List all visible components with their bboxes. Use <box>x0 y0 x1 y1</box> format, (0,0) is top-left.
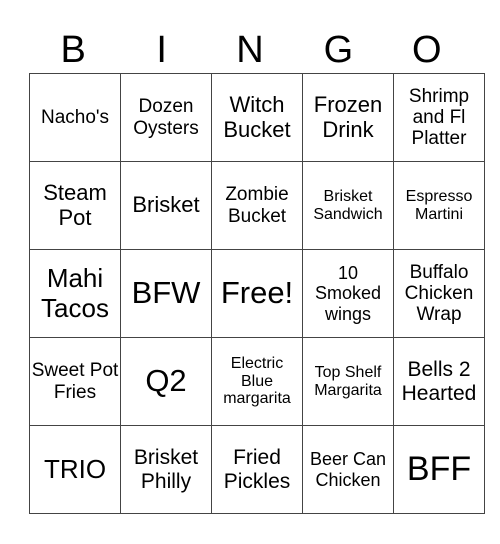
bingo-cell-label: Zombie Bucket <box>225 184 289 227</box>
bingo-cell-label: Beer Can Chicken <box>309 449 387 490</box>
bingo-cell[interactable]: BFW <box>120 249 212 338</box>
bingo-cell[interactable]: Brisket <box>120 161 212 250</box>
bingo-cell-label: Witch Bucket <box>223 91 291 142</box>
bingo-cell-label: 10 Smoked wings <box>314 263 382 324</box>
bingo-cell-label: TRIO <box>43 453 107 484</box>
bingo-cell[interactable]: Brisket Philly <box>120 425 212 514</box>
bingo-cell-label: Q2 <box>145 363 187 399</box>
bingo-card: Nacho's Dozen Oysters Witch Bucket Frozen D… <box>29 73 485 514</box>
bingo-cell-label: Electric Blue margarita <box>223 354 291 408</box>
bingo-cell[interactable]: Nacho's <box>29 73 121 162</box>
bingo-cell[interactable]: Electric Blue margarita <box>211 337 303 426</box>
bingo-cell[interactable]: Sweet Pot Fries <box>29 337 121 426</box>
bingo-cell-label: Frozen Drink <box>313 91 383 142</box>
bingo-cell-label: Espresso Martini <box>405 187 473 223</box>
bingo-cell-label: Shrimp and Fl Platter <box>408 85 470 150</box>
bingo-cell[interactable]: Brisket Sandwich <box>302 161 394 250</box>
bingo-cell-label: Sweet Pot Fries <box>31 360 119 403</box>
header-letter-n: N <box>236 29 264 71</box>
bingo-cell-label: Mahi Tacos <box>41 263 109 323</box>
bingo-cell[interactable]: Dozen Oysters <box>120 73 212 162</box>
bingo-header: B I N G O <box>29 28 471 72</box>
bingo-cell-label: BFW <box>131 275 201 311</box>
bingo-cell-label: Buffalo Chicken Wrap <box>404 261 474 326</box>
header-letter-o: O <box>412 29 442 71</box>
bingo-cell-label: Brisket Sandwich <box>313 187 383 223</box>
bingo-cell[interactable]: Q2 <box>120 337 212 426</box>
bingo-cell[interactable]: Frozen Drink <box>302 73 394 162</box>
bingo-cell[interactable]: Shrimp and Fl Platter <box>393 73 485 162</box>
bingo-row: Mahi Tacos BFW Free! 10 Smoked wings Buffalo… <box>29 249 485 338</box>
header-letter-g: G <box>323 29 354 71</box>
bingo-row: Sweet Pot Fries Q2 Electric Blue margarita… <box>29 337 485 426</box>
bingo-row: TRIO Brisket Philly Fried Pickles Beer Can … <box>29 425 485 514</box>
bingo-cell[interactable]: BFF <box>393 425 485 514</box>
bingo-cell[interactable]: Steam Pot <box>29 161 121 250</box>
bingo-cell[interactable]: Espresso Martini <box>393 161 485 250</box>
bingo-row: Steam Pot Brisket Zombie Bucket Brisket San… <box>29 161 485 250</box>
bingo-cell-label: Free! <box>220 275 294 311</box>
bingo-cell[interactable]: TRIO <box>29 425 121 514</box>
bingo-cell-label: Fried Pickles <box>223 445 291 493</box>
bingo-cell[interactable]: Top Shelf Margarita <box>302 337 394 426</box>
bingo-cell[interactable]: 10 Smoked wings <box>302 249 394 338</box>
header-letter-i: I <box>156 29 167 71</box>
bingo-cell[interactable]: Zombie Bucket <box>211 161 303 250</box>
bingo-cell-label: Top Shelf Margarita <box>314 363 382 399</box>
bingo-row: Nacho's Dozen Oysters Witch Bucket Frozen D… <box>29 73 485 162</box>
bingo-cell[interactable]: Witch Bucket <box>211 73 303 162</box>
bingo-cell-label: BFF <box>406 450 472 489</box>
bingo-cell-label: Bells 2 Hearted <box>401 357 477 405</box>
bingo-cell[interactable]: Fried Pickles <box>211 425 303 514</box>
bingo-cell[interactable]: Beer Can Chicken <box>302 425 394 514</box>
bingo-cell[interactable]: Mahi Tacos <box>29 249 121 338</box>
bingo-cell-label: Nacho's <box>40 106 110 128</box>
bingo-cell-label: Steam Pot <box>43 179 107 230</box>
bingo-cell-label: Brisket <box>132 192 200 218</box>
bingo-cell[interactable]: Buffalo Chicken Wrap <box>393 249 485 338</box>
header-letter-b: B <box>60 29 86 71</box>
bingo-cell[interactable]: Bells 2 Hearted <box>393 337 485 426</box>
bingo-cell-label: Dozen Oysters <box>133 96 199 139</box>
free-space-cell[interactable]: Free! <box>211 249 303 338</box>
bingo-cell-label: Brisket Philly <box>133 445 199 493</box>
